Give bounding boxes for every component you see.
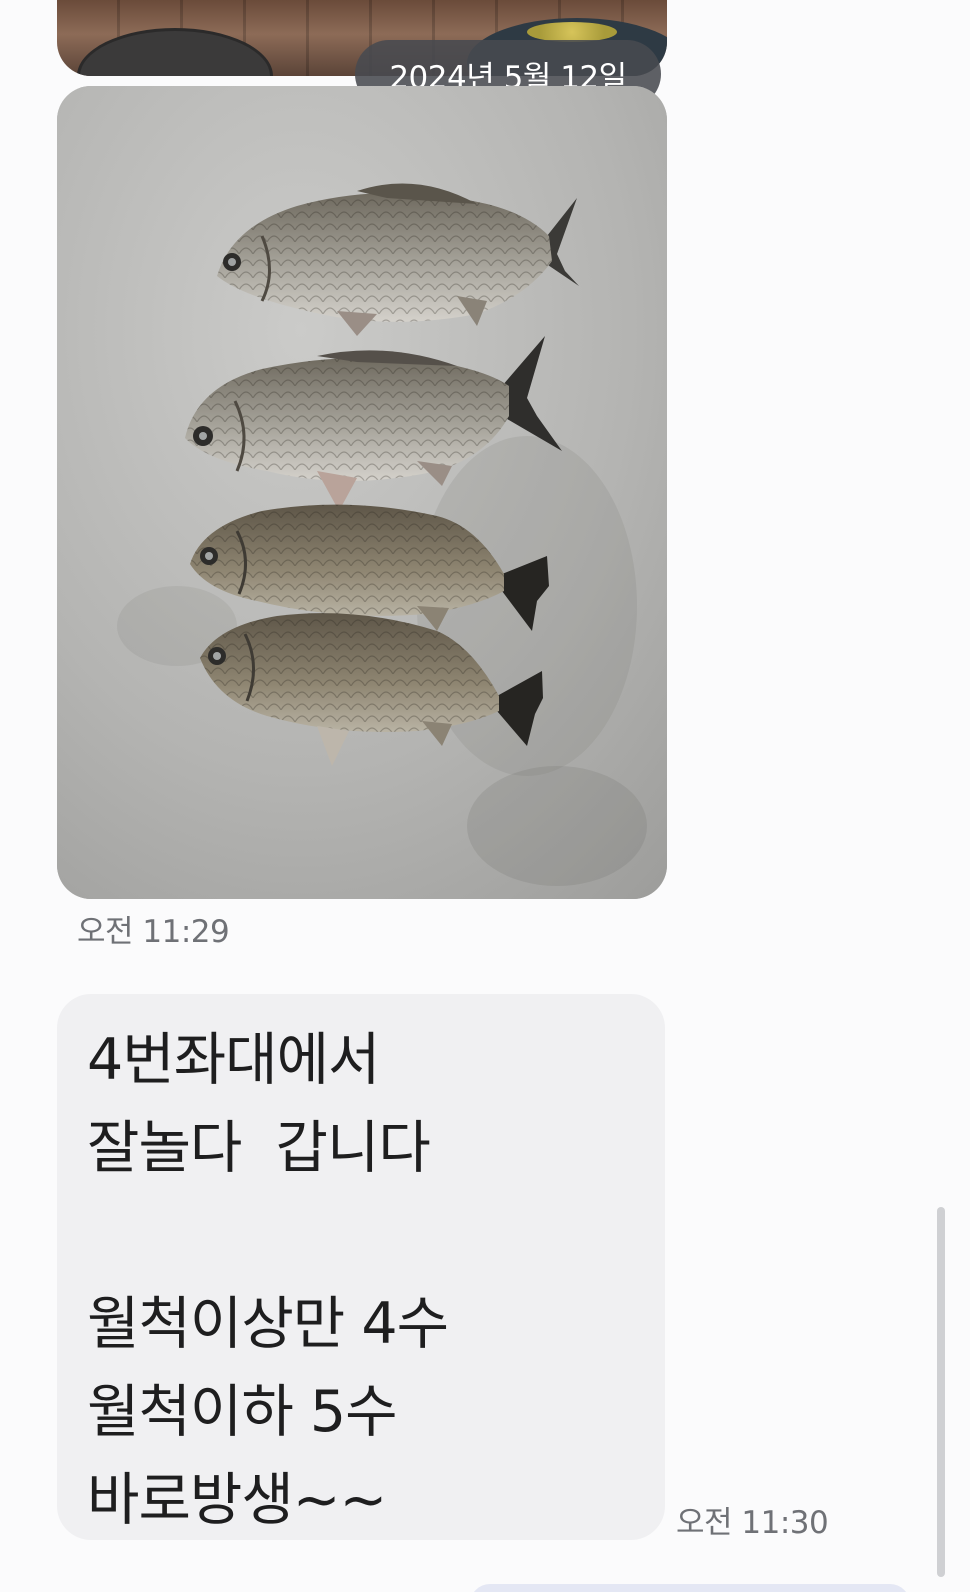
message-line: 4번좌대에서	[87, 1027, 380, 1093]
next-message-bubble[interactable]	[470, 1584, 910, 1592]
fish-photo-message[interactable]	[57, 86, 667, 899]
photo-content	[527, 22, 617, 42]
chat-screen: 2024년 5월 12일 오전 11:29 4번좌대에서 잘놀다 갑니다 월척이…	[0, 0, 970, 1592]
message-line: 월척이상만 4수	[87, 1291, 449, 1357]
message-line	[87, 1192, 635, 1280]
message-line: 바로방생~~	[87, 1467, 387, 1533]
message-timestamp: 오전 11:30	[676, 1505, 829, 1541]
message-timestamp: 오전 11:29	[77, 914, 230, 950]
fish-photo	[57, 86, 667, 899]
message-line: 잘놀다 갑니다	[87, 1115, 431, 1181]
message-line: 월척이하 5수	[87, 1379, 398, 1445]
text-message-bubble[interactable]: 4번좌대에서 잘놀다 갑니다 월척이상만 4수 월척이하 5수 바로방생~~	[57, 994, 665, 1540]
scrollbar-thumb[interactable]	[937, 1207, 945, 1577]
